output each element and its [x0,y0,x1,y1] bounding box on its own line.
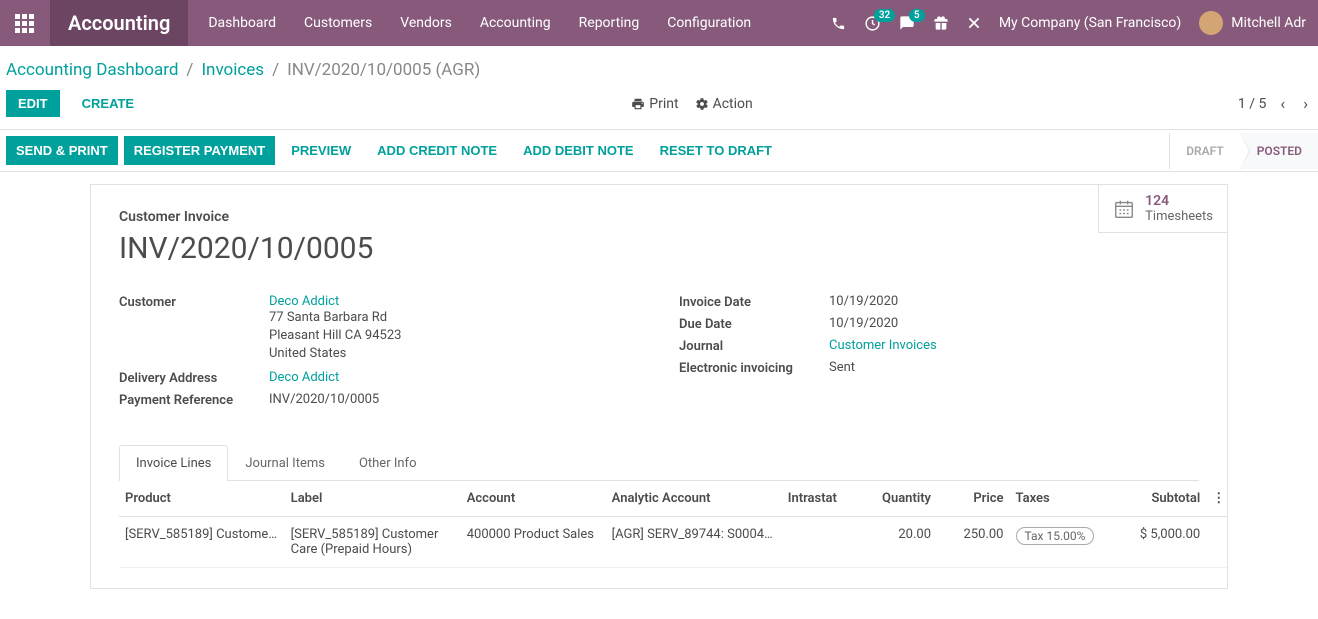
clock-badge: 32 [874,9,895,22]
topbar-right: 32 5 My Company (San Francisco) Mitchell… [831,11,1306,35]
company-selector[interactable]: My Company (San Francisco) [999,15,1181,31]
tab-other-info[interactable]: Other Info [342,445,434,481]
cell-product: [SERV_585189] Customer … [125,527,279,542]
menu-configuration[interactable]: Configuration [667,15,751,31]
menu-accounting[interactable]: Accounting [480,15,551,31]
app-title: Accounting [50,0,188,46]
table-row[interactable]: [SERV_585189] Customer … [SERV_585189] C… [119,516,1227,567]
tax-pill: Tax 15.00% [1016,527,1095,545]
th-price[interactable]: Price [937,481,1009,517]
menu-reporting[interactable]: Reporting [579,15,640,31]
status-draft[interactable]: DRAFT [1169,133,1240,169]
edit-button[interactable]: EDIT [6,90,60,117]
invoice-date-value: 10/19/2020 [829,294,898,309]
due-date-label: Due Date [679,316,829,332]
breadcrumb-link[interactable]: Invoices [201,60,264,80]
th-quantity[interactable]: Quantity [854,481,937,517]
breadcrumb-link[interactable]: Accounting Dashboard [6,60,178,80]
address-line: United States [269,345,401,363]
calendar-icon [1113,198,1135,220]
doc-type-label: Customer Invoice [119,209,1199,225]
th-taxes[interactable]: Taxes [1010,481,1114,517]
invoice-lines-table: Product Label Account Analytic Account I… [119,481,1227,568]
th-label[interactable]: Label [285,481,461,517]
breadcrumb-current: INV/2020/10/0005 (AGR) [287,60,480,80]
close-icon[interactable] [967,16,981,30]
cell-price: 250.00 [937,516,1009,567]
avatar [1199,11,1223,35]
tabs: Invoice Lines Journal Items Other Info [119,444,1199,481]
user-menu[interactable]: Mitchell Adr [1199,11,1306,35]
control-bar: EDIT CREATE Print Action 1 / 5 ‹ › [0,90,1318,130]
invoice-date-label: Invoice Date [679,294,829,310]
register-payment-button[interactable]: REGISTER PAYMENT [124,136,275,165]
customer-link[interactable]: Deco Addict [269,294,339,309]
payment-ref-label: Payment Reference [119,392,269,408]
reset-to-draft-button[interactable]: RESET TO DRAFT [650,136,782,165]
pager-next[interactable]: › [1299,94,1312,113]
due-date-value: 10/19/2020 [829,316,898,331]
menu-vendors[interactable]: Vendors [400,15,452,31]
breadcrumb: Accounting Dashboard / Invoices / INV/20… [0,46,1318,90]
address-line: 77 Santa Barbara Rd [269,309,401,327]
create-button[interactable]: CREATE [70,90,146,117]
doc-number: INV/2020/10/0005 [119,231,1199,266]
cell-analytic: [AGR] SERV_89744: S0004… [612,527,776,542]
menu-dashboard[interactable]: Dashboard [208,15,276,31]
action-button[interactable]: Action [695,96,753,112]
phone-icon[interactable] [831,16,846,31]
tab-invoice-lines[interactable]: Invoice Lines [119,445,228,481]
send-print-button[interactable]: SEND & PRINT [6,136,118,165]
customer-label: Customer [119,294,269,310]
cell-account: 400000 Product Sales [461,516,606,567]
pager: 1 / 5 ‹ › [1238,94,1312,113]
status-posted[interactable]: POSTED [1240,133,1318,169]
form-sheet: 124 Timesheets Customer Invoice INV/2020… [90,184,1228,589]
th-product[interactable]: Product [119,481,285,517]
pager-prev[interactable]: ‹ [1276,94,1289,113]
journal-link[interactable]: Customer Invoices [829,338,937,353]
cell-intrastat [782,516,854,567]
payment-ref-value: INV/2020/10/0005 [269,392,379,407]
chat-icon[interactable]: 5 [899,15,915,31]
address-line: Pleasant Hill CA 94523 [269,327,401,345]
einvoicing-value: Sent [829,360,855,375]
cell-subtotal: $ 5,000.00 [1113,516,1206,567]
topbar: Accounting Dashboard Customers Vendors A… [0,0,1318,46]
menu-customers[interactable]: Customers [304,15,372,31]
cell-quantity: 20.00 [854,516,937,567]
cell-label: [SERV_585189] Customer Care (Prepaid Hou… [285,516,461,567]
add-debit-note-button[interactable]: ADD DEBIT NOTE [513,136,644,165]
delivery-label: Delivery Address [119,370,269,386]
journal-label: Journal [679,338,829,354]
user-name: Mitchell Adr [1231,15,1306,31]
stat-label: Timesheets [1145,209,1213,224]
th-intrastat[interactable]: Intrastat [782,481,854,517]
pager-value: 1 / 5 [1238,96,1266,112]
clock-icon[interactable]: 32 [864,15,881,32]
print-button[interactable]: Print [631,96,678,112]
main-menu: Dashboard Customers Vendors Accounting R… [208,15,751,31]
chat-badge: 5 [909,9,925,22]
th-subtotal[interactable]: Subtotal [1113,481,1206,517]
einvoicing-label: Electronic invoicing [679,360,829,376]
th-account[interactable]: Account [461,481,606,517]
th-analytic[interactable]: Analytic Account [606,481,782,517]
column-options-icon[interactable]: ⋮ [1206,481,1227,517]
timesheets-stat-button[interactable]: 124 Timesheets [1098,185,1227,233]
tab-journal-items[interactable]: Journal Items [228,445,342,481]
status-steps: DRAFT POSTED [1169,133,1318,169]
delivery-address-link[interactable]: Deco Addict [269,370,339,385]
status-bar: SEND & PRINT REGISTER PAYMENT PREVIEW AD… [0,130,1318,172]
gift-icon[interactable] [933,15,949,31]
apps-icon[interactable] [12,11,36,35]
add-credit-note-button[interactable]: ADD CREDIT NOTE [367,136,507,165]
stat-count: 124 [1145,193,1213,209]
preview-button[interactable]: PREVIEW [281,136,361,165]
